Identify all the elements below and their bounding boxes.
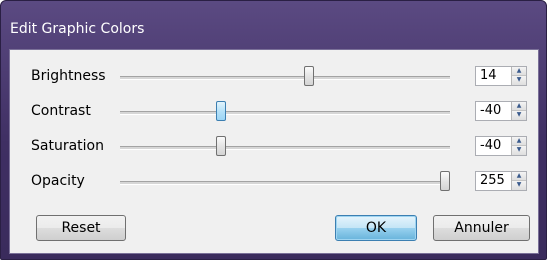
opacity-value[interactable]: 255 bbox=[480, 173, 505, 188]
brightness-row: Brightness 14 ▲ ▼ bbox=[10, 62, 540, 90]
contrast-row: Contrast -40 ▲ ▼ bbox=[10, 97, 540, 125]
saturation-spin-up-icon[interactable]: ▲ bbox=[512, 137, 526, 146]
brightness-spinbox[interactable]: 14 ▲ ▼ bbox=[475, 66, 527, 86]
contrast-slider-thumb[interactable] bbox=[216, 101, 226, 121]
opacity-spinbox[interactable]: 255 ▲ ▼ bbox=[475, 171, 527, 191]
reset-button[interactable]: Reset bbox=[36, 215, 126, 241]
opacity-spin-up-icon[interactable]: ▲ bbox=[512, 172, 526, 181]
contrast-spinbox[interactable]: -40 ▲ ▼ bbox=[475, 101, 527, 121]
opacity-slider-track[interactable] bbox=[120, 181, 450, 185]
brightness-spin-down-icon[interactable]: ▼ bbox=[512, 76, 526, 85]
dialog-body: Brightness 14 ▲ ▼ Contrast -40 ▲ ▼ Satur… bbox=[9, 49, 539, 254]
ok-button[interactable]: OK bbox=[335, 215, 417, 241]
saturation-value[interactable]: -40 bbox=[480, 138, 501, 153]
contrast-slider-track[interactable] bbox=[120, 111, 450, 115]
brightness-slider-thumb[interactable] bbox=[304, 66, 314, 86]
contrast-spin-up-icon[interactable]: ▲ bbox=[512, 102, 526, 111]
contrast-value[interactable]: -40 bbox=[480, 103, 501, 118]
brightness-spin-up-icon[interactable]: ▲ bbox=[512, 67, 526, 76]
saturation-spin-down-icon[interactable]: ▼ bbox=[512, 146, 526, 155]
opacity-label: Opacity bbox=[31, 173, 85, 189]
saturation-label: Saturation bbox=[31, 138, 104, 154]
opacity-spin-down-icon[interactable]: ▼ bbox=[512, 181, 526, 190]
saturation-slider-thumb[interactable] bbox=[216, 136, 226, 156]
saturation-row: Saturation -40 ▲ ▼ bbox=[10, 132, 540, 160]
brightness-label: Brightness bbox=[31, 68, 106, 84]
cancel-button[interactable]: Annuler bbox=[433, 215, 530, 241]
saturation-spinbox[interactable]: -40 ▲ ▼ bbox=[475, 136, 527, 156]
dialog-window: Edit Graphic Colors Brightness 14 ▲ ▼ Co… bbox=[0, 0, 547, 260]
opacity-row: Opacity 255 ▲ ▼ bbox=[10, 167, 540, 195]
contrast-label: Contrast bbox=[31, 103, 91, 119]
brightness-value[interactable]: 14 bbox=[480, 68, 497, 83]
saturation-slider-track[interactable] bbox=[120, 146, 450, 150]
contrast-spin-down-icon[interactable]: ▼ bbox=[512, 111, 526, 120]
opacity-slider-thumb[interactable] bbox=[440, 171, 450, 191]
brightness-slider-track[interactable] bbox=[120, 76, 450, 80]
window-title: Edit Graphic Colors bbox=[10, 21, 145, 37]
